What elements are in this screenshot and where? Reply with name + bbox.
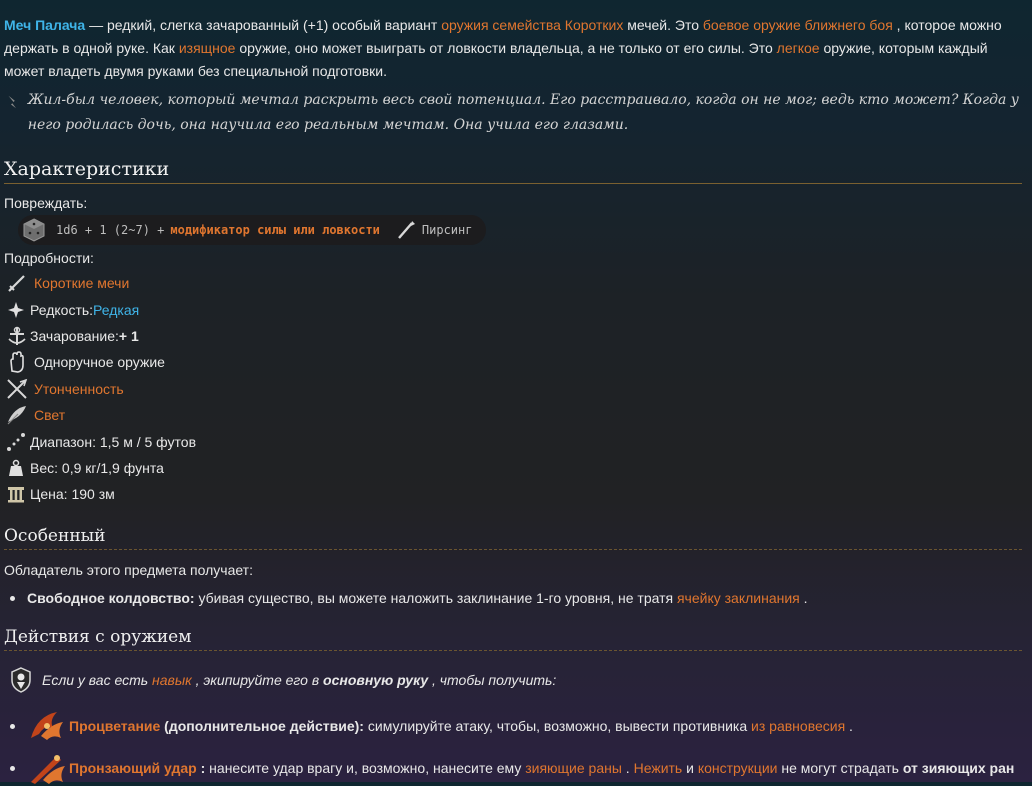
detail-price: Цена: 190 зм — [6, 481, 196, 507]
section-heading-characteristics: Характеристики — [4, 158, 1022, 184]
one-hand-icon — [10, 351, 24, 374]
piercing-strike-text2: не могут страдать — [777, 760, 903, 776]
bullet-dot — [10, 595, 15, 601]
quote-text: Жил-был человек, который мечтал раскрыть… — [27, 92, 1019, 133]
handedness-text: Одноручное оружие — [34, 354, 165, 371]
detail-light: Свет — [6, 402, 196, 428]
damage-type: Пирсинг — [421, 223, 473, 237]
section-heading-weapon-actions: Действия с оружием — [4, 627, 1022, 651]
item-name: Меч Палача — [4, 17, 86, 33]
flourish-name[interactable]: Процветание — [69, 718, 160, 734]
piercing-icon — [397, 221, 415, 239]
flourish-text: симулируйте атаку, чтобы, возможно, выве… — [363, 718, 752, 734]
short-sword-icon — [8, 275, 25, 292]
rarity-label: Редкость: — [30, 301, 94, 318]
equip-text: Если у вас есть — [42, 672, 153, 688]
piercing-strike-bold: от зияющих ран — [902, 760, 1015, 776]
detail-weight: Вес: 0,9 кг/1,9 фунта — [6, 455, 196, 481]
d6-dice-icon — [23, 218, 45, 242]
piercing-strike-colon: : — [196, 760, 206, 776]
equip-note: Если у вас есть навык , экипируйте его в… — [8, 666, 556, 694]
detail-handedness: Одноручное оружие — [6, 349, 196, 375]
piercing-strike-name[interactable]: Пронзающий удар — [69, 760, 197, 776]
link-undead[interactable]: Нежить — [634, 760, 683, 776]
link-melee-weapon[interactable]: боевое оружие ближнего боя — [703, 17, 893, 33]
enchant-value: + 1 — [118, 327, 139, 344]
price-icon — [8, 487, 24, 503]
link-finesse[interactable]: изящное — [179, 40, 236, 56]
proficiency-icon — [11, 667, 31, 693]
bullet-dot — [10, 765, 15, 771]
piercing-strike-and: и — [682, 760, 698, 776]
detail-rarity: Редкость: Редкая — [6, 296, 196, 322]
feather-icon — [7, 406, 26, 425]
weapon-action-piercing-strike: Пронзающий удар : нанесите удар врагу и,… — [10, 750, 1014, 786]
flourish-icon[interactable] — [27, 708, 67, 744]
free-casting-title: Свободное колдовство: — [27, 590, 195, 606]
intro-text: — редкий, слегка зачарованный (+1) особы… — [85, 17, 442, 33]
free-casting-text: убивая существо, вы можете наложить закл… — [194, 590, 677, 606]
detail-range: Диапазон: 1,5 м / 5 футов — [6, 428, 196, 454]
weapon-action-flourish: Процветание (дополнительное действие): с… — [10, 708, 853, 744]
link-proficiency[interactable]: навык — [152, 672, 192, 688]
item-quote: Жил-был человек, который мечтал раскрыть… — [6, 88, 1026, 138]
damage-pill: 1d6 + 1 (2~7) + модификатор силы или лов… — [18, 215, 487, 245]
link-gaping-wounds[interactable]: зияющие раны — [525, 760, 622, 776]
flourish-end: . — [845, 718, 853, 734]
quill-icon — [8, 95, 17, 109]
weight-text: Вес: 0,9 кг/1,9 фунта — [30, 459, 164, 476]
bullet-dot — [10, 723, 15, 729]
link-off-balance[interactable]: из равновесия — [751, 718, 845, 734]
item-intro: Меч Палача — редкий, слегка зачарованный… — [4, 14, 1028, 83]
damage-modifier[interactable]: модификатор силы или ловкости — [170, 223, 380, 237]
flourish-cost: (дополнительное действие): — [160, 718, 364, 734]
owner-text: Обладатель этого предмета получает: — [4, 562, 253, 578]
enchant-label: Зачарование: — [30, 327, 119, 344]
piercing-strike-text: нанесите удар врагу и, возможно, нанесит… — [205, 760, 526, 776]
range-text: Диапазон: 1,5 м / 5 футов — [30, 433, 197, 450]
link-finesse-property[interactable]: Утонченность — [34, 381, 124, 397]
enchantment-icon — [8, 326, 26, 345]
details-list: Короткие мечи Редкость: Редкая Зачарован… — [6, 270, 196, 508]
link-short-sword-family[interactable]: оружия семейства Коротких — [441, 17, 623, 33]
intro-text: мечей. Это — [623, 17, 703, 33]
special-bullet: Свободное колдовство: убивая существо, в… — [10, 590, 808, 606]
free-casting-end: . — [799, 590, 808, 606]
weight-icon — [9, 459, 23, 476]
link-short-swords[interactable]: Короткие мечи — [34, 275, 129, 291]
detail-enchantment: Зачарование: + 1 — [6, 323, 196, 349]
finesse-icon — [7, 378, 28, 399]
link-light[interactable]: легкое — [777, 40, 820, 56]
rarity-value[interactable]: Редкая — [93, 302, 139, 318]
price-text: Цена: 190 зм — [30, 486, 115, 503]
sparkle-icon — [8, 301, 24, 318]
equip-text: , экипируйте его в — [191, 672, 324, 688]
damage-label: Повреждать: — [4, 195, 88, 211]
piercing-strike-icon[interactable] — [27, 750, 67, 786]
link-constructs[interactable]: конструкции — [698, 760, 778, 776]
intro-text: оружие, оно может выиграть от ловкости в… — [235, 40, 777, 56]
detail-weapon-type: Короткие мечи — [6, 270, 196, 296]
piercing-strike-sep: . — [621, 760, 634, 776]
equip-text: , чтобы получить: — [428, 672, 557, 688]
page: Меч Палача — редкий, слегка зачарованный… — [0, 0, 1032, 784]
detail-finesse: Утонченность — [6, 376, 196, 402]
range-icon — [7, 432, 25, 451]
details-label: Подробности: — [4, 250, 94, 266]
link-spell-slot[interactable]: ячейку заклинания — [677, 590, 800, 606]
section-heading-special: Особенный — [4, 526, 1022, 550]
damage-roll: 1d6 + 1 (2~7) + — [56, 223, 165, 237]
equip-main-hand: основную руку — [323, 672, 429, 688]
link-light-property[interactable]: Свет — [34, 407, 65, 423]
